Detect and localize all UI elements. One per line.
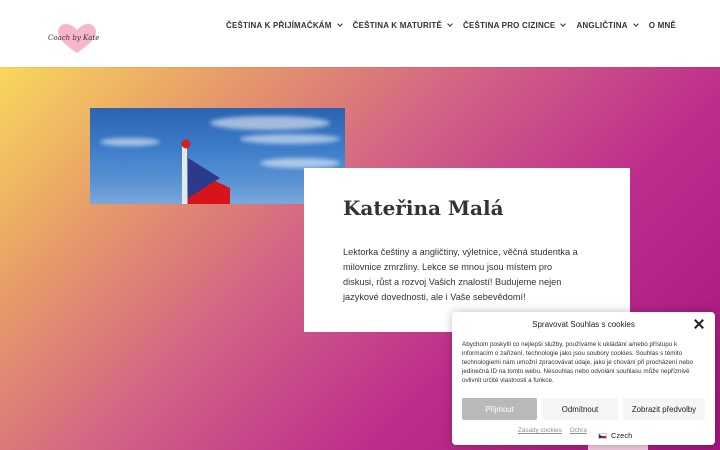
cookie-policy-link[interactable]: Zásady cookies: [518, 427, 562, 434]
privacy-link[interactable]: Ochra: [570, 427, 587, 434]
language-selector[interactable]: Czech: [595, 430, 636, 441]
nav-item-anglictina[interactable]: ANGLIČTINA: [576, 21, 639, 30]
close-icon[interactable]: [693, 318, 705, 330]
chevron-down-icon: [632, 21, 639, 27]
accept-button[interactable]: Přijmout: [462, 398, 537, 420]
chevron-down-icon: [336, 21, 343, 27]
nav-item-o-mne[interactable]: O MNĚ: [649, 21, 676, 30]
intro-text: Lektorka češtiny a angličtiny, výletnice…: [343, 247, 578, 302]
nav-item-cizinci[interactable]: ČEŠTINA PRO CIZINCE: [463, 21, 567, 30]
cookie-consent-dialog: Spravovat Souhlas s cookies Abychom posk…: [452, 312, 715, 445]
main-nav: ČEŠTINA K PŘIJÍMAČKÁM ČEŠTINA K MATURITĚ…: [226, 21, 676, 30]
site-header: Coach by Kate ČEŠTINA K PŘIJÍMAČKÁM ČEŠT…: [0, 0, 720, 67]
nav-item-prijimacky[interactable]: ČEŠTINA K PŘIJÍMAČKÁM: [225, 21, 343, 30]
cookie-title: Spravovat Souhlas s cookies: [532, 320, 635, 329]
nav-item-maturita[interactable]: ČEŠTINA K MATURITĚ: [352, 21, 453, 30]
site-logo[interactable]: Coach by Kate: [44, 22, 106, 56]
chevron-down-icon: [560, 21, 567, 27]
cookie-text: Abychom poskytli co nejlepší služby, pou…: [462, 341, 694, 384]
czech-flag-icon: [598, 432, 607, 439]
deny-button[interactable]: Odmítnout: [542, 398, 618, 420]
nav-label: ČEŠTINA PRO CIZINCE: [463, 21, 556, 30]
page-title: Kateřina Malá: [343, 196, 504, 220]
intro-card: Kateřina Malá Lektorka češtiny a angličt…: [304, 168, 630, 332]
preferences-button[interactable]: Zobrazit předvolby: [623, 398, 705, 420]
nav-label: ČEŠTINA K PŘIJÍMAČKÁM: [225, 21, 332, 30]
language-label: Czech: [611, 431, 633, 440]
nav-label: ANGLIČTINA: [576, 21, 628, 30]
logo-text: Coach by Kate: [48, 34, 100, 42]
chevron-down-icon: [447, 21, 453, 27]
nav-label: ČEŠTINA K MATURITĚ: [352, 21, 443, 30]
cookie-links: Zásady cookies Ochra: [518, 427, 587, 434]
nav-label: O MNĚ: [648, 21, 676, 30]
